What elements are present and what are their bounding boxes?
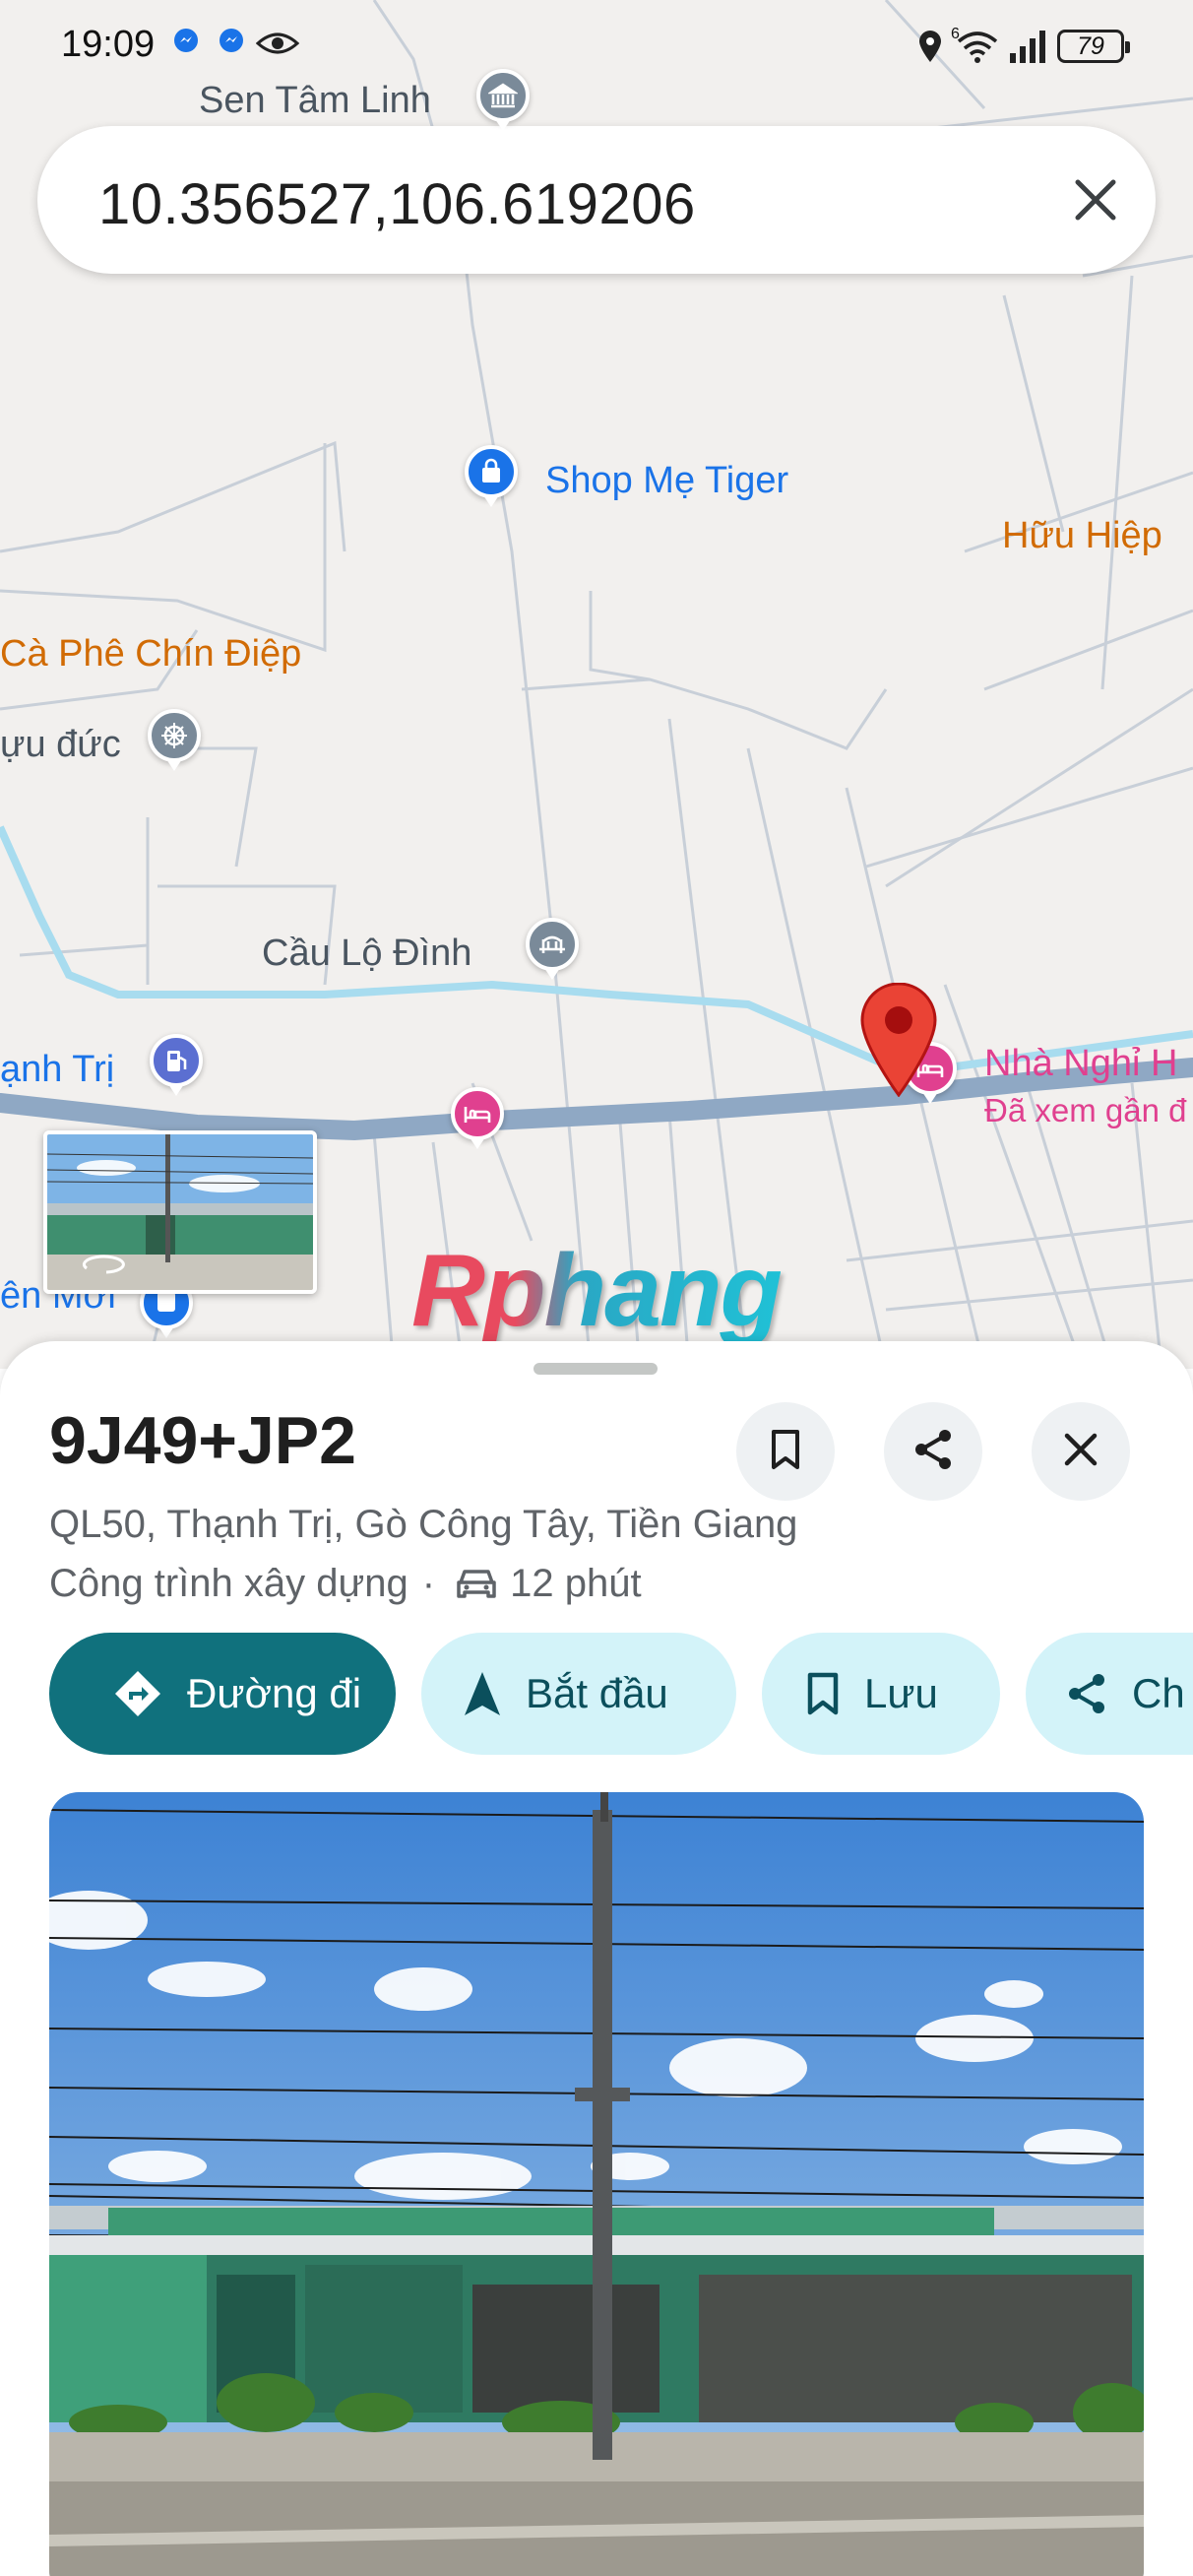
- place-address: QL50, Thạnh Trị, Gò Công Tây, Tiền Giang: [49, 1503, 798, 1546]
- dharma-wheel-icon[interactable]: [148, 709, 201, 771]
- map-label-shop-me-tiger[interactable]: Shop Mẹ Tiger: [545, 459, 788, 502]
- share-chip[interactable]: Ch: [1026, 1633, 1193, 1755]
- place-meta: Công trình xây dựng · 12 phút: [49, 1562, 642, 1606]
- car-icon: [457, 1569, 496, 1598]
- close-icon: [1063, 1432, 1099, 1472]
- map-label-cau-lo-dinh[interactable]: Cầu Lộ Đình: [262, 932, 471, 975]
- save-label: Lưu: [864, 1670, 938, 1716]
- close-icon[interactable]: [1061, 165, 1130, 234]
- location-icon: [917, 30, 943, 68]
- save-chip[interactable]: Lưu: [762, 1633, 1000, 1755]
- battery-icon: 79: [1057, 30, 1130, 63]
- search-bar[interactable]: 10.356527,106.619206: [37, 126, 1156, 274]
- place-details-sheet[interactable]: 9J49+JP2 QL50, Thạnh Trị, Gò Công Tây, T…: [0, 1341, 1193, 2576]
- map-label-thanh-tri[interactable]: ạnh Trị: [0, 1048, 114, 1091]
- street-view-photo[interactable]: [49, 1792, 1144, 2576]
- share-label: Ch: [1132, 1670, 1185, 1716]
- location-marker-icon[interactable]: [858, 982, 939, 1102]
- save-button[interactable]: [736, 1402, 835, 1501]
- search-input[interactable]: 10.356527,106.619206: [98, 171, 696, 237]
- bridge-icon[interactable]: [526, 918, 579, 980]
- place-title: 9J49+JP2: [49, 1403, 356, 1478]
- eye-icon: [255, 30, 300, 62]
- close-button[interactable]: [1032, 1402, 1130, 1501]
- map-view[interactable]: 19:09 6 79 10.356527,106.619206 Sen Tâm …: [0, 0, 1193, 1369]
- map-label-huu-hiep[interactable]: Hữu Hiệp: [1002, 514, 1162, 557]
- map-label-sen-tam-linh[interactable]: Sen Tâm Linh: [199, 79, 431, 122]
- landmark-icon[interactable]: [476, 69, 530, 131]
- map-label-uu-duc[interactable]: ựu đức: [0, 723, 121, 766]
- messenger-icon: [219, 28, 244, 58]
- signal-icon: [1010, 30, 1051, 68]
- street-view-thumbnail[interactable]: [43, 1130, 317, 1294]
- map-label-da-xem: Đã xem gần đ: [984, 1092, 1187, 1128]
- lodging-icon[interactable]: [451, 1087, 504, 1149]
- navigation-arrow-icon: [465, 1672, 500, 1715]
- bookmark-icon: [768, 1429, 803, 1475]
- map-label-nha-nghi[interactable]: Nhà Nghỉ H: [984, 1042, 1177, 1085]
- travel-time: 12 phút: [510, 1562, 642, 1605]
- directions-icon: [115, 1671, 160, 1716]
- gas-station-icon[interactable]: [150, 1034, 203, 1096]
- watermark-logo: Rphang: [411, 1234, 783, 1348]
- start-button[interactable]: Bắt đầu: [421, 1633, 736, 1755]
- drag-handle[interactable]: [534, 1363, 658, 1375]
- directions-label: Đường đi: [187, 1670, 362, 1716]
- share-button[interactable]: [884, 1402, 982, 1501]
- messenger-icon: [173, 28, 199, 58]
- share-icon: [1069, 1674, 1104, 1713]
- meta-separator: ·: [421, 1562, 436, 1605]
- status-time: 19:09: [61, 24, 156, 65]
- place-category: Công trình xây dựng: [49, 1562, 408, 1605]
- wifi-icon: [957, 32, 998, 68]
- directions-button[interactable]: Đường đi: [49, 1633, 396, 1755]
- start-label: Bắt đầu: [526, 1670, 668, 1716]
- shopping-bag-icon[interactable]: [465, 445, 518, 507]
- share-icon: [911, 1428, 955, 1476]
- bookmark-icon: [807, 1672, 839, 1715]
- status-bar: 19:09 6 79: [0, 0, 1193, 98]
- map-label-ca-phe[interactable]: Cà Phê Chín Điệp: [0, 632, 301, 676]
